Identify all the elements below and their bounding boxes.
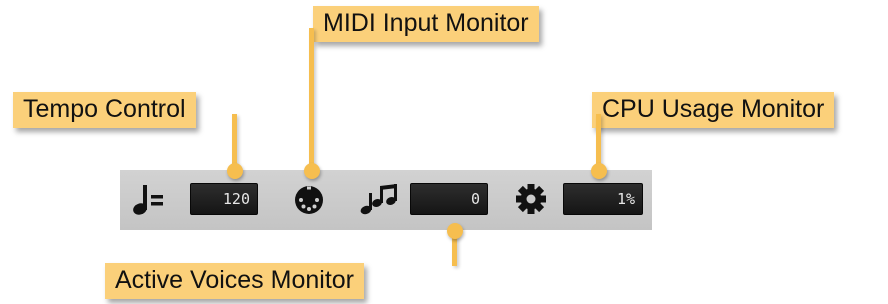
tempo-value-field[interactable]: 120 — [190, 183, 258, 215]
gear-icon — [516, 184, 546, 214]
midi-callout-leader — [309, 28, 314, 170]
midi-din-connector-icon — [295, 186, 323, 214]
voices-callout-dot — [447, 223, 463, 239]
cpu-callout-leader — [596, 114, 601, 170]
midi-callout-dot — [304, 163, 320, 179]
midi-input-monitor-callout: MIDI Input Monitor — [313, 6, 539, 42]
cpu-callout-dot — [591, 163, 607, 179]
cpu-usage-monitor-callout: CPU Usage Monitor — [592, 92, 835, 128]
cpu-usage-field: 1% — [563, 183, 643, 215]
active-voices-field: 0 — [410, 183, 488, 215]
tempo-callout-leader — [232, 114, 237, 170]
tempo-callout-dot — [227, 163, 243, 179]
status-toolbar: 120 0 1% — [120, 170, 652, 230]
tempo-control-callout: Tempo Control — [13, 92, 196, 128]
quarter-note-equals-icon — [133, 185, 163, 215]
music-notes-icon — [360, 184, 397, 215]
active-voices-monitor-callout: Active Voices Monitor — [105, 263, 364, 299]
